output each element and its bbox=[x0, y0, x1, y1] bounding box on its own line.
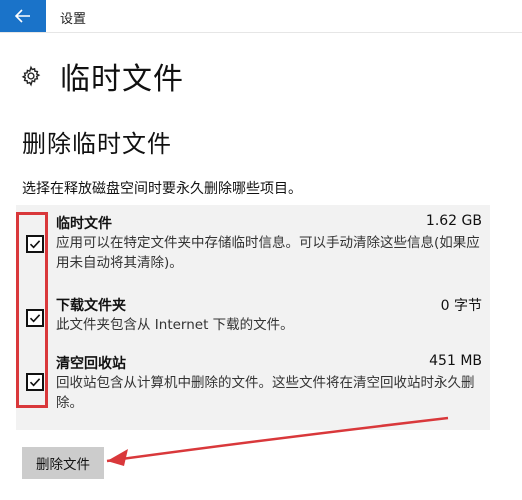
annotation-arrow-icon bbox=[106, 416, 449, 466]
